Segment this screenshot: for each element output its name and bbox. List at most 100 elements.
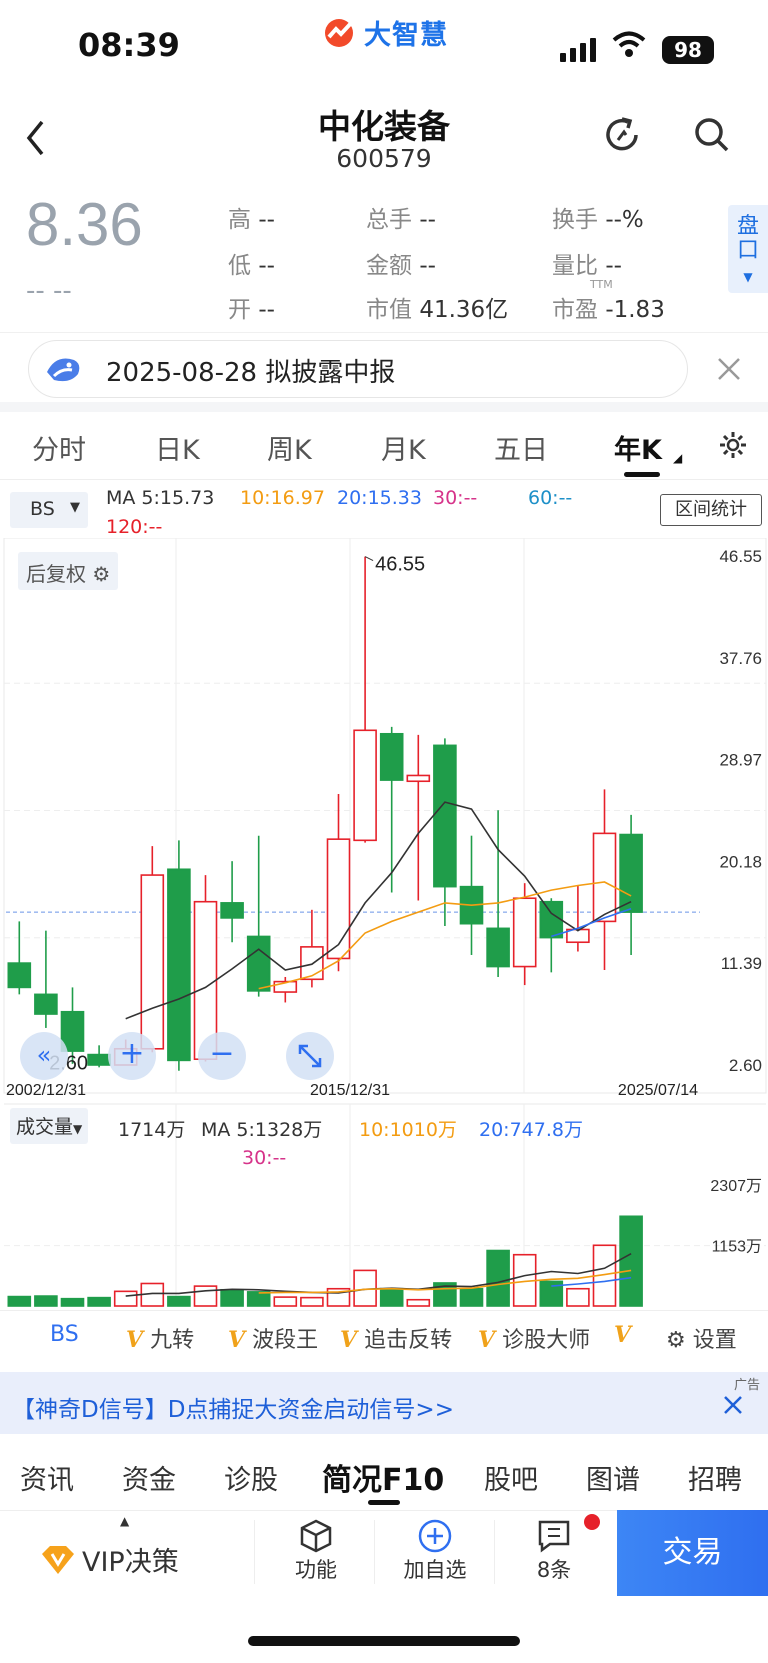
ad-text[interactable]: 【神奇D信号】D点捕捉大资金启动信号>> — [12, 1390, 454, 1424]
tab-news[interactable]: 资讯 — [20, 1458, 74, 1497]
candle-body — [406, 774, 431, 783]
fq-button[interactable]: 后复权 ⚙ — [18, 552, 119, 590]
f10-active-indicator — [368, 1500, 400, 1505]
ma5-value: MA 5:15.73 — [106, 487, 215, 509]
tab-daily[interactable]: 日K — [155, 428, 200, 467]
tool-bs[interactable]: BS — [50, 1322, 79, 1347]
volume-bar — [486, 1249, 510, 1307]
tab-intraday[interactable]: 分时 — [32, 428, 86, 467]
candle-body — [34, 993, 58, 1015]
tab-recruit[interactable]: 招聘 — [688, 1458, 742, 1497]
vip-diamond-icon — [42, 1545, 74, 1574]
volume-axis-label: 1153万 — [712, 1239, 762, 1256]
volume-bar — [113, 1290, 138, 1307]
candle-body — [140, 874, 165, 1050]
close-ad-icon[interactable] — [722, 1394, 744, 1416]
brand-name: 大智慧 — [364, 19, 448, 51]
volume-bar — [167, 1295, 191, 1307]
volume-indicator-dropdown[interactable]: 成交量▼ — [10, 1108, 89, 1144]
candle-body — [300, 946, 324, 981]
function-button[interactable]: 功能 — [276, 1518, 356, 1584]
stat-high: 高 -- — [228, 207, 275, 233]
vol-ma10-value: 10:1010万 — [359, 1119, 457, 1141]
messages-button[interactable]: 8条 — [514, 1518, 594, 1584]
expand-up-icon[interactable]: ▲ — [120, 1514, 129, 1528]
tab-five-day[interactable]: 五日 — [494, 428, 548, 467]
price-axis-label: 20.18 — [719, 852, 762, 871]
price-change: -- -- — [26, 276, 72, 306]
candle-body — [433, 744, 457, 888]
status-time: 08:39 — [78, 26, 180, 64]
tab-weekly[interactable]: 周K — [267, 428, 312, 467]
bs-dropdown[interactable]: BS ▼ — [10, 492, 88, 528]
tool-jiuzhuan[interactable]: V 九转 — [126, 1322, 194, 1354]
tool-more[interactable]: V — [614, 1322, 631, 1348]
candle-body — [379, 732, 404, 781]
price-axis-label: 28.97 — [719, 751, 762, 770]
fullscreen-button[interactable] — [286, 1032, 334, 1080]
message-icon — [538, 1520, 570, 1553]
candle-body — [353, 729, 377, 842]
zoom-in-button[interactable]: + — [108, 1032, 156, 1080]
volume-bar — [87, 1296, 111, 1307]
max-price-label: 46.55 — [375, 554, 425, 576]
vip-button[interactable]: VIP决策 — [40, 1540, 179, 1579]
zoom-out-button[interactable]: − — [198, 1032, 246, 1080]
status-bar: 08:39 大智慧 98 — [0, 0, 768, 95]
search-icon[interactable] — [692, 115, 732, 155]
max-marker — [364, 556, 374, 562]
volume-bar — [246, 1291, 271, 1307]
tab-forum[interactable]: 股吧 — [484, 1458, 538, 1497]
ttm-tag: TTM — [590, 278, 613, 291]
cube-icon — [300, 1519, 332, 1553]
candle-body — [220, 902, 244, 919]
trade-button[interactable]: 交易 — [617, 1510, 768, 1596]
candle-body — [512, 897, 537, 968]
volume-bar — [619, 1215, 643, 1307]
kline-chart[interactable]: 46.5537.7628.9720.1811.392.6046.552.6020… — [0, 538, 768, 1308]
tool-settings[interactable]: ⚙ 设置 — [666, 1322, 737, 1354]
stat-volume-ratio: 量比 -- — [552, 253, 622, 279]
price-axis-label: 46.55 — [719, 547, 762, 566]
tab-monthly[interactable]: 月K — [381, 428, 426, 467]
tab-funds[interactable]: 资金 — [122, 1458, 176, 1497]
date-label-end: 2025/07/14 — [618, 1082, 698, 1099]
tab-diagnose[interactable]: 诊股 — [224, 1458, 278, 1497]
tab-yearly-caret-icon: ◢ — [673, 451, 683, 465]
tool-boduanwang[interactable]: V 波段王 — [228, 1322, 318, 1354]
chart-settings-icon[interactable] — [718, 430, 748, 460]
signal-icon — [560, 38, 596, 62]
fq-gear-icon: ⚙ — [92, 562, 111, 586]
volume-bar — [300, 1296, 324, 1307]
candle-body — [619, 833, 643, 913]
tab-active-indicator — [624, 472, 660, 477]
volume-bar — [273, 1296, 298, 1307]
range-stat-button[interactable]: 区间统计 — [660, 494, 762, 526]
tool-zhengu[interactable]: V 诊股大师 — [478, 1322, 590, 1354]
scroll-left-button[interactable]: « — [20, 1032, 68, 1080]
separator — [0, 402, 768, 412]
refresh-icon[interactable] — [602, 115, 642, 155]
app-brand: 大智慧 — [322, 12, 448, 52]
brand-logo-icon — [325, 19, 355, 47]
date-label-start: 2002/12/31 — [6, 1082, 86, 1099]
candle-body — [167, 868, 191, 1062]
notification-dot — [584, 1514, 600, 1530]
tool-zhuiji[interactable]: V 追击反转 — [340, 1322, 452, 1354]
pankou-button[interactable]: 盘口 ▼ — [728, 205, 768, 293]
tab-graph[interactable]: 图谱 — [586, 1458, 640, 1497]
close-banner-icon[interactable] — [716, 356, 742, 382]
home-indicator — [248, 1636, 520, 1646]
tab-f10[interactable]: 简况F10 — [322, 1455, 444, 1499]
volume-axis-label: 2307万 — [710, 1178, 762, 1195]
candle-body — [246, 935, 271, 992]
wifi-icon — [612, 31, 646, 57]
candle-body — [486, 927, 510, 968]
candle-body — [326, 838, 351, 960]
ma20-line — [551, 907, 632, 938]
stat-amount: 金额 -- — [366, 253, 436, 279]
volume-bar — [7, 1295, 32, 1307]
price-plot-frame — [3, 538, 767, 1094]
tab-yearly[interactable]: 年K — [614, 428, 662, 467]
add-watchlist-button[interactable]: 加自选 — [395, 1518, 475, 1584]
